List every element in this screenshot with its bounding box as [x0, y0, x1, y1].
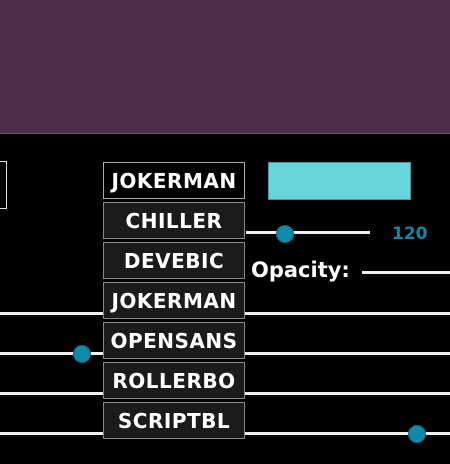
opacity-slider-track[interactable] — [362, 271, 450, 274]
font-option-chiller[interactable]: CHILLER — [103, 202, 245, 239]
slider-track-3-right[interactable] — [245, 392, 450, 395]
slider-track-2-right[interactable] — [245, 352, 450, 355]
font-option-devebic[interactable]: DEVEBIC — [103, 242, 245, 279]
slider-track-3[interactable] — [0, 392, 103, 395]
size-value: 120 — [392, 224, 428, 244]
slider-track-1[interactable] — [0, 312, 103, 315]
size-slider-handle[interactable] — [276, 225, 294, 243]
header-banner — [0, 0, 450, 134]
left-input-box-edge[interactable] — [0, 161, 7, 209]
font-option-jokerman[interactable]: JOKERMAN — [103, 282, 245, 319]
font-dropdown-selected[interactable]: JOKERMAN — [103, 162, 245, 199]
slider-handle-4[interactable] — [408, 425, 426, 443]
slider-track-4[interactable] — [0, 432, 103, 435]
size-slider-track[interactable] — [246, 231, 370, 234]
opacity-label: Opacity: — [251, 258, 350, 282]
font-dropdown[interactable]: JOKERMAN CHILLER DEVEBIC JOKERMAN OPENSA… — [103, 162, 245, 442]
slider-track-1-right[interactable] — [245, 312, 450, 315]
font-option-scriptbl[interactable]: SCRIPTBL — [103, 402, 245, 439]
color-swatch[interactable] — [268, 162, 411, 200]
slider-handle-2[interactable] — [73, 345, 91, 363]
font-option-opensans[interactable]: OPENSANS — [103, 322, 245, 359]
font-option-rollerbo[interactable]: ROLLERBO — [103, 362, 245, 399]
